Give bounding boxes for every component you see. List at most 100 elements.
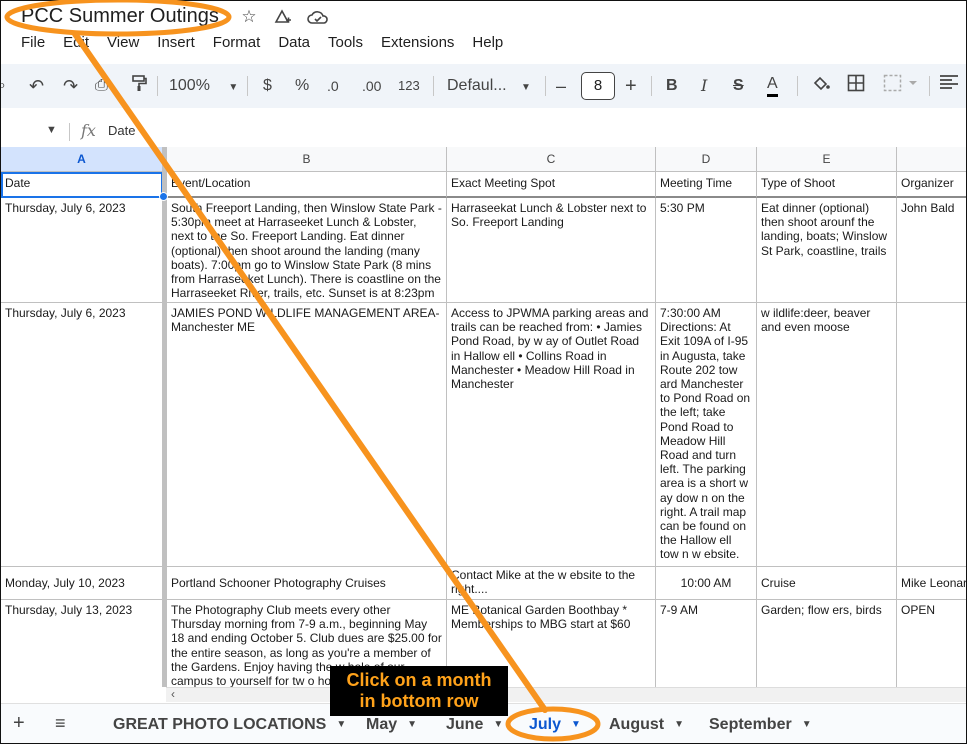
column-header-e[interactable]: E (757, 147, 897, 172)
cell-event[interactable]: Portland Schooner Photography Cruises (167, 567, 447, 600)
chevron-down-icon: ▼ (493, 719, 504, 731)
column-header-c[interactable]: C (447, 147, 656, 172)
chevron-down-icon: ▼ (407, 719, 418, 731)
star-icon[interactable]: ☆ (239, 7, 259, 27)
cell-d1[interactable]: Meeting Time (656, 172, 757, 198)
chevron-down-icon: ▼ (228, 82, 239, 93)
cell-date[interactable]: Thursday, July 13, 2023 (1, 600, 163, 687)
cell-organizer[interactable]: OPEN (897, 600, 966, 687)
menu-file[interactable]: File (21, 34, 45, 51)
print-icon[interactable]: ⎙ (95, 74, 108, 98)
menu-extensions[interactable]: Extensions (381, 34, 454, 51)
cell-spot[interactable]: Harraseekat Lunch & Lobster next to So. … (447, 198, 656, 303)
sheet-tab-great-photo-locations[interactable]: GREAT PHOTO LOCATIONS ▼ (113, 716, 346, 734)
cell-time[interactable]: 7:30:00 AM Directions: At Exit 109A of I… (656, 303, 757, 567)
cell-organizer[interactable] (897, 303, 966, 567)
cell-event[interactable]: JAMIES POND WILDLIFE MANAGEMENT AREA-Man… (167, 303, 447, 567)
sheet-tab-july[interactable]: July ▼ (529, 716, 581, 734)
title-icons: ☆ (239, 7, 328, 27)
scroll-left-icon[interactable]: ‹ (171, 687, 175, 701)
font-size-input[interactable]: 8 (581, 72, 615, 100)
formula-input[interactable]: Date (108, 123, 135, 138)
title-bar: PCC Summer Outings ☆ (1, 1, 966, 31)
menu-edit[interactable]: Edit (63, 34, 89, 51)
bold-button[interactable]: B (666, 74, 678, 98)
column-header-d[interactable]: D (656, 147, 757, 172)
cell-spot[interactable]: Access to JPWMA parking areas and trails… (447, 303, 656, 567)
cell-b1[interactable]: Event/Location (167, 172, 447, 198)
selection-handle[interactable] (159, 192, 168, 201)
cloud-saved-icon[interactable] (307, 7, 328, 27)
cell-type[interactable]: Garden; flow ers, birds (757, 600, 897, 687)
toolbar-divider (433, 76, 434, 96)
sheet-tab-june[interactable]: June ▼ (446, 716, 503, 734)
frozen-column-divider[interactable] (162, 147, 167, 687)
increase-font-size-button[interactable]: + (625, 74, 637, 98)
undo-icon[interactable]: ↶ (29, 74, 44, 98)
menu-insert[interactable]: Insert (157, 34, 195, 51)
cell-event[interactable]: South Freeport Landing, then Winslow Sta… (167, 198, 447, 303)
menu-tools[interactable]: Tools (328, 34, 363, 51)
formula-divider (69, 123, 70, 141)
column-header-f[interactable] (897, 147, 966, 172)
cell-e1[interactable]: Type of Shoot (757, 172, 897, 198)
decrease-font-size-button[interactable]: – (556, 74, 566, 98)
fill-color-icon[interactable] (811, 74, 831, 98)
cell-type[interactable]: Eat dinner (optional) then shoot arounf … (757, 198, 897, 303)
number-format-button[interactable]: 123 (398, 74, 420, 98)
sheet-tab-may[interactable]: May ▼ (366, 716, 417, 734)
cell-spot[interactable]: Contact Mike at the w ebsite to the righ… (447, 567, 656, 600)
name-box-dropdown-icon[interactable]: ▼ (46, 124, 57, 136)
horizontal-align-icon[interactable] (939, 74, 959, 98)
merge-cells-icon[interactable] (883, 74, 917, 98)
cell-date[interactable]: Thursday, July 6, 2023 (1, 198, 163, 303)
cell-a1[interactable]: Date (1, 172, 163, 198)
sheet-tab-september[interactable]: September ▼ (709, 716, 812, 734)
menu-data[interactable]: Data (278, 34, 310, 51)
menu-help[interactable]: Help (472, 34, 503, 51)
cell-c1[interactable]: Exact Meeting Spot (447, 172, 656, 198)
strikethrough-icon[interactable]: S (733, 74, 744, 98)
column-header-a[interactable]: A (1, 147, 163, 172)
add-sheet-button[interactable]: + (13, 712, 25, 735)
menu-format[interactable]: Format (213, 34, 261, 51)
fx-icon: fx (81, 121, 96, 140)
italic-button[interactable]: I (701, 74, 707, 98)
formula-bar: ▼ fx Date (1, 115, 966, 147)
cell-time[interactable]: 5:30 PM (656, 198, 757, 303)
cell-date[interactable]: Monday, July 10, 2023 (1, 567, 163, 600)
cell-f1[interactable]: Organizer (897, 172, 966, 198)
font-select[interactable]: Defaul... ▼ (447, 74, 531, 98)
percent-format-button[interactable]: % (295, 74, 309, 98)
redo-icon[interactable]: ↷ (63, 74, 78, 98)
decrease-decimal-button[interactable]: .0 (327, 74, 339, 98)
cell-date[interactable]: Thursday, July 6, 2023 (1, 303, 163, 567)
cell-type[interactable]: w ildlife:deer, beaver and even moose (757, 303, 897, 567)
all-sheets-button[interactable]: ≡ (55, 713, 66, 734)
search-menus-icon[interactable]: ⌕ (1, 74, 6, 98)
zoom-value: 100% (169, 77, 210, 94)
toolbar: ⌕ ↶ ↷ ⎙ 100% ▼ $ % .0 .00 123 Defaul... … (1, 64, 966, 108)
document-title[interactable]: PCC Summer Outings (21, 5, 219, 28)
paint-format-icon[interactable] (131, 74, 147, 98)
menu-view[interactable]: View (107, 34, 139, 51)
cell-organizer[interactable]: John Bald (897, 198, 966, 303)
increase-decimal-button[interactable]: .00 (362, 74, 381, 98)
cell-time[interactable]: 7-9 AM (656, 600, 757, 687)
cell-type[interactable]: Cruise (757, 567, 897, 600)
currency-format-button[interactable]: $ (263, 74, 272, 98)
cell-time[interactable]: 10:00 AM (656, 567, 757, 600)
chevron-down-icon: ▼ (336, 719, 347, 731)
horizontal-scrollbar[interactable]: ‹ (166, 687, 966, 702)
menu-bar: File Edit View Insert Format Data Tools … (21, 34, 521, 51)
sheet-tab-august[interactable]: August ▼ (609, 716, 684, 734)
annotation-callout: Click on a month in bottom row (330, 666, 508, 716)
borders-icon[interactable] (847, 74, 865, 98)
sheet-tab-label: July (529, 716, 562, 733)
move-to-drive-icon[interactable] (273, 7, 293, 27)
sheet-tab-label: May (366, 716, 398, 733)
cell-organizer[interactable]: Mike Leonard (897, 567, 966, 600)
zoom-select[interactable]: 100% ▼ (169, 74, 238, 98)
column-header-b[interactable]: B (167, 147, 447, 172)
text-color-button[interactable]: A (767, 74, 778, 97)
